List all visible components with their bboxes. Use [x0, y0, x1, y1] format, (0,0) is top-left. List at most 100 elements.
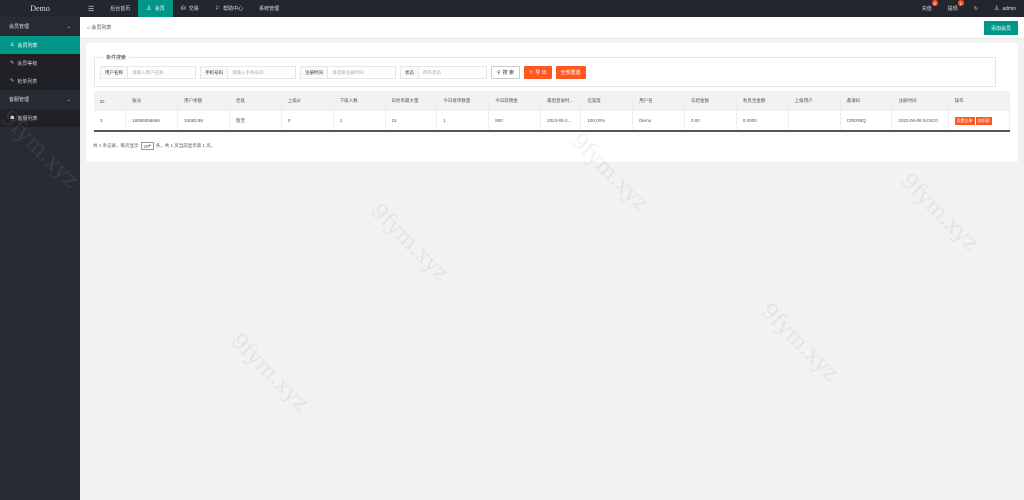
search-fieldset: 条件搜索 用户名称 请输入用户名称 手机号码 请输入手机号码 注册时间 请选择注… — [94, 54, 996, 87]
pager-suffix: 条，共 1 页当前显示第 1 页。 — [155, 143, 216, 148]
table-header-cell: 今日获佣金 — [488, 91, 542, 111]
set-order-button[interactable]: 设置出单 — [954, 116, 975, 125]
table-cell: 1 — [436, 111, 490, 132]
table-cell: 1 — [333, 111, 386, 132]
withdraw-label: 提现 — [947, 6, 958, 12]
table-header-row: ID 账号 用户余额 佳既 上级id 下级人数 日抢单最大量 今日接单数量 今日获佣金 最后登录时… — [94, 91, 1011, 111]
table-header-cell: 冻结金额 — [684, 91, 737, 111]
breadcrumb-bar: ⌂ 会员列表 添加会员 — [80, 17, 1024, 39]
table-cell: 18855556666 — [125, 111, 179, 132]
coins-icon: ⛁ — [180, 6, 186, 12]
table-cell: 15 — [385, 111, 438, 132]
export-icon: ⇪ — [529, 69, 534, 76]
phone-input[interactable]: 请输入手机号码 — [228, 66, 296, 79]
breadcrumb[interactable]: ⌂ 会员列表 — [87, 24, 111, 31]
table-cell: Demo — [632, 111, 686, 132]
withdraw-badge: 1 — [957, 0, 964, 6]
sidebar-group-label: 会员管理 — [9, 24, 30, 30]
add-member-button[interactable]: 添加会员 — [983, 21, 1018, 35]
table-header-cell: 最后登录时... — [540, 91, 582, 111]
sidebar-item-label: 客服列表 — [17, 115, 38, 122]
breadcrumb-label: 会员列表 — [91, 25, 112, 31]
export-button-label: 导 出 — [535, 70, 547, 76]
page-size-select[interactable]: 20 ▾ — [140, 142, 154, 150]
username-label: 用户名称 — [100, 66, 128, 79]
user-icon: ♙ — [993, 6, 1000, 12]
table-header-cell: 邀请码 — [840, 91, 893, 111]
recharge-label: 充值 — [921, 6, 932, 12]
nav-system[interactable]: 系统管理 — [251, 0, 287, 17]
chevron-down-icon: ⌄ — [66, 96, 71, 103]
menu-toggle-icon[interactable]: ☰ — [80, 5, 102, 13]
pager-prefix: 共 1 条记录，每页显示 — [93, 143, 139, 148]
nav-home-label: 后台首页 — [110, 6, 131, 12]
nav-trade-label: 交易 — [188, 6, 199, 12]
search-form: 用户名称 请输入用户名称 手机号码 请输入手机号码 注册时间 请选择注册时间 状… — [100, 66, 590, 79]
table-header-cell: 账号 — [125, 91, 179, 111]
adjust-balance-button[interactable]: 加扣款 — [975, 116, 992, 125]
edit-icon: ✎ — [10, 60, 15, 66]
sidebar-item-service-list[interactable]: ☗ 客服列表 — [0, 109, 80, 127]
table-cell: 暂无 — [229, 111, 282, 132]
table-header-cell: 上级id — [281, 91, 334, 111]
table-row: 3 18855556666 34083.98 暂无 0 1 15 1 800 2024-05-2.… — [94, 111, 1011, 132]
user-name: admin — [1002, 5, 1016, 12]
nav-system-label: 系统管理 — [259, 6, 280, 12]
top-nav: 后台首页 ♙ 会员 ⛁ 交易 ⚐ 帮助中心 系统管理 — [102, 0, 287, 17]
watermark: 9fym.xyz — [895, 168, 984, 257]
withdraw-button[interactable]: 提现 1 — [940, 0, 966, 17]
chevron-down-icon: ▾ — [148, 143, 151, 148]
refresh-icon[interactable]: ↻ — [966, 0, 986, 17]
sidebar-item-label: 会员等级 — [17, 60, 38, 67]
table-cell — [788, 111, 841, 132]
sidebar-item-order-list[interactable]: ✎ 抢单列表 — [0, 72, 80, 90]
top-bar: Demo ☰ 后台首页 ♙ 会员 ⛁ 交易 ⚐ 帮助中心 系统管理 充值 0 提现 1 ↻… — [0, 0, 1024, 17]
search-button-label: 搜 索 — [502, 70, 515, 76]
nav-member[interactable]: ♙ 会员 — [138, 0, 173, 17]
watermark: 9fym.xyz — [755, 298, 844, 387]
member-list-card: 条件搜索 用户名称 请输入用户名称 手机号码 请输入手机号码 注册时间 请选择注… — [86, 43, 1018, 162]
table-header-cell: 下级人数 — [333, 91, 386, 111]
table-header-cell: 今日接单数量 — [436, 91, 490, 111]
table-cell: 3 — [94, 111, 127, 132]
table-header-cell: 注册时间 — [891, 91, 949, 111]
nav-help[interactable]: ⚐ 帮助中心 — [207, 0, 251, 17]
search-button[interactable]: ⚲ 搜 索 — [491, 66, 521, 79]
sidebar-item-member-level[interactable]: ✎ 会员等级 — [0, 54, 80, 72]
phone-label: 手机号码 — [200, 66, 228, 79]
user-icon: ♙ — [146, 6, 152, 12]
table-header-cell: 操作 — [948, 91, 1011, 111]
pagination: 共 1 条记录，每页显示 20 ▾ 条，共 1 页当前显示第 1 页。 — [93, 142, 215, 150]
table-cell: 0.0000 — [736, 111, 789, 132]
users-icon: ☗ — [10, 115, 15, 121]
sidebar-item-label: 会员列表 — [17, 42, 38, 49]
username-input[interactable]: 请输入用户名称 — [128, 66, 196, 79]
recharge-button[interactable]: 充值 0 — [914, 0, 940, 17]
flag-icon: ⚐ — [214, 6, 221, 12]
regtime-label: 注册时间 — [300, 66, 328, 79]
sidebar-group-member[interactable]: 会员管理 ⌄ — [0, 17, 80, 36]
export-button[interactable]: ⇪ 导 出 — [524, 66, 552, 79]
table-header-cell: ID — [94, 91, 127, 111]
reset-all-button[interactable]: 全部重置 — [555, 66, 586, 79]
watermark: 9fym.xyz — [365, 198, 454, 287]
user-icon: ♙ — [10, 42, 15, 48]
sidebar-group-service[interactable]: 客服管理 ⌄ — [0, 90, 80, 109]
table-cell: 100.00% — [580, 111, 634, 132]
edit-icon: ✎ — [10, 78, 15, 84]
watermark: 9fym.xyz — [225, 328, 314, 417]
table-header-cell: 用户余额 — [177, 91, 230, 111]
user-menu[interactable]: ♙ admin — [986, 0, 1024, 17]
app-logo: Demo — [30, 4, 50, 13]
status-label: 状态 — [400, 66, 419, 79]
nav-trade[interactable]: ⛁ 交易 — [173, 0, 207, 17]
nav-home[interactable]: 后台首页 — [102, 0, 138, 17]
sidebar-item-member-list[interactable]: ♙ 会员列表 — [0, 36, 80, 54]
table-cell: 34083.98 — [177, 111, 230, 132]
status-select[interactable]: 所有状态 — [419, 66, 487, 79]
regtime-input[interactable]: 请选择注册时间 — [328, 66, 396, 79]
table-cell: CRERBQ — [840, 111, 893, 132]
table-cell: 800 — [488, 111, 542, 132]
table-header-cell: 利息宝金额 — [736, 91, 789, 111]
table-cell-actions: 设置出单加扣款重置抢单数量 — [948, 111, 1011, 132]
